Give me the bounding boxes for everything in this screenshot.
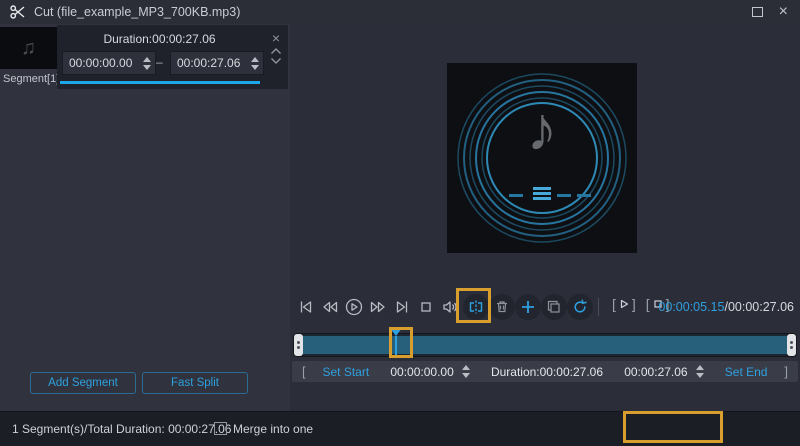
trim-start-field xyxy=(386,363,474,380)
segment-progress-line xyxy=(60,81,260,84)
segment-card: Duration:00:00:27.06 – × xyxy=(57,25,288,89)
music-note-icon: ♫ xyxy=(21,36,36,59)
segment-duration-label: Duration:00:00:27.06 xyxy=(103,32,216,46)
trim-duration-label: Duration:00:00:27.06 xyxy=(490,364,604,379)
reset-button[interactable] xyxy=(567,294,593,320)
stop-button[interactable] xyxy=(415,296,437,318)
skip-start-button[interactable] xyxy=(295,296,317,318)
split-button[interactable] xyxy=(463,294,489,320)
equalizer-bars xyxy=(447,184,637,204)
player-panel: ♪ [] [] 00:00:05.15/00:00:27.06 [Set … xyxy=(290,24,800,411)
segment-start-input[interactable] xyxy=(63,56,139,70)
segment-thumbnail[interactable]: ♫ xyxy=(0,27,57,69)
trim-start-handle[interactable] xyxy=(294,334,303,356)
rewind-button[interactable] xyxy=(319,296,341,318)
close-button[interactable]: × xyxy=(779,4,788,20)
move-up-icon[interactable] xyxy=(270,47,282,55)
segment-panel: ♫ Segment[1] Duration:00:00:27.06 – × xyxy=(0,24,290,411)
close-bracket: ] xyxy=(784,364,788,379)
trim-bar: [ Set Start Duration:00:00:27.06 Set End… xyxy=(292,361,798,382)
playhead-triangle-icon xyxy=(390,328,402,336)
range-separator: – xyxy=(156,55,163,69)
remove-segment-icon[interactable]: × xyxy=(272,31,280,45)
fast-forward-button[interactable] xyxy=(367,296,389,318)
move-down-icon[interactable] xyxy=(270,57,282,65)
toolbar-divider xyxy=(598,298,599,316)
set-start-button[interactable]: Set Start xyxy=(323,365,370,379)
merge-checkbox[interactable] xyxy=(214,422,227,435)
segment-start-stepper[interactable] xyxy=(139,56,155,70)
segment-end-stepper[interactable] xyxy=(247,56,263,70)
fast-split-button[interactable]: Fast Split xyxy=(142,372,248,394)
play-button[interactable] xyxy=(343,296,365,318)
timeline-selection[interactable] xyxy=(303,334,787,356)
add-button[interactable] xyxy=(515,294,541,320)
add-segment-button[interactable]: Add Segment xyxy=(30,372,136,394)
trim-end-stepper[interactable] xyxy=(692,365,708,378)
cut-dialog: Cut (file_example_MP3_700KB.mp3) × ♫ Seg… xyxy=(0,0,800,446)
set-end-button[interactable]: Set End xyxy=(725,365,768,379)
trim-end-input[interactable] xyxy=(619,364,692,379)
center-music-note-icon: ♪ xyxy=(526,95,558,164)
audio-artwork: ♪ xyxy=(447,63,637,253)
time-display: 00:00:05.15/00:00:27.06 xyxy=(658,300,794,314)
playhead-marker[interactable] xyxy=(390,328,402,358)
current-time: 00:00:05.15 xyxy=(658,300,725,314)
title-bar: Cut (file_example_MP3_700KB.mp3) × xyxy=(0,0,800,24)
copy-button[interactable] xyxy=(541,294,567,320)
trim-end-handle[interactable] xyxy=(787,334,796,356)
segment-end-input[interactable] xyxy=(171,56,247,70)
delete-segment-button[interactable] xyxy=(489,294,515,320)
scissors-icon xyxy=(10,5,26,19)
segment-end-field xyxy=(170,51,264,75)
open-bracket: [ xyxy=(302,364,306,379)
maximize-button[interactable] xyxy=(751,7,763,17)
trim-start-stepper[interactable] xyxy=(458,365,474,378)
status-bar: 1 Segment(s)/Total Duration: 00:00:27.06… xyxy=(0,411,800,446)
segment-label: Segment[1] xyxy=(3,73,60,85)
volume-button[interactable] xyxy=(439,296,461,318)
merge-label: Merge into one xyxy=(233,422,314,436)
total-time: 00:00:27.06 xyxy=(727,300,794,314)
trim-start-input[interactable] xyxy=(386,364,459,379)
segment-summary: 1 Segment(s)/Total Duration: 00:00:27.06 xyxy=(12,422,232,436)
skip-end-button[interactable] xyxy=(391,296,413,318)
timeline-track[interactable] xyxy=(293,333,797,357)
play-segment-button[interactable]: [ ] xyxy=(612,296,636,312)
window-title: Cut (file_example_MP3_700KB.mp3) xyxy=(34,5,241,19)
segment-start-field xyxy=(62,51,156,75)
trim-end-field xyxy=(619,363,708,380)
playhead-line xyxy=(395,336,397,355)
